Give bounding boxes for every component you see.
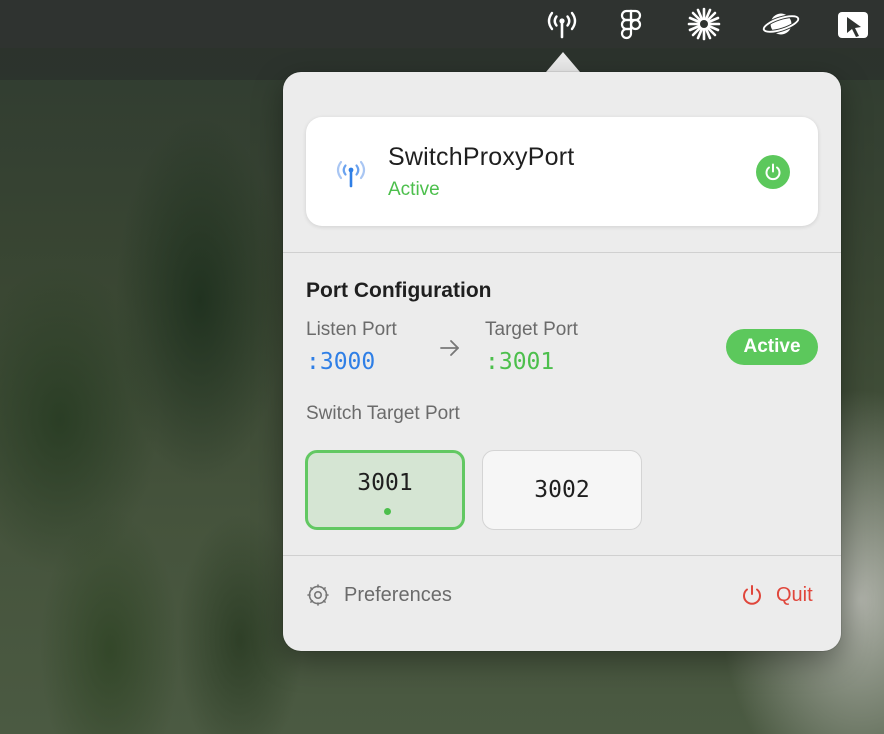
gear-icon <box>307 584 329 606</box>
port-config-title: Port Configuration <box>306 279 492 302</box>
app-header-card: SwitchProxyPort Active <box>306 117 818 226</box>
power-icon <box>765 163 781 181</box>
menubar <box>0 0 884 48</box>
quit-label: Quit <box>776 583 813 606</box>
preferences-button[interactable]: Preferences <box>306 580 452 610</box>
status-badge: Active <box>726 329 818 365</box>
power-icon <box>743 585 761 605</box>
proxy-popover: SwitchProxyPort Active Port Configuratio… <box>283 72 841 651</box>
preferences-label: Preferences <box>344 583 452 606</box>
planet-icon[interactable] <box>762 6 800 42</box>
listen-port-label: Listen Port <box>306 319 397 340</box>
switch-target-label: Switch Target Port <box>306 403 460 424</box>
app-name: SwitchProxyPort <box>388 143 575 171</box>
port-option-label: 3002 <box>534 477 590 503</box>
quit-button[interactable]: Quit <box>740 580 813 610</box>
port-option-label: 3001 <box>357 470 413 496</box>
power-toggle-button[interactable] <box>756 155 790 189</box>
listen-port-value: :3000 <box>306 349 376 375</box>
divider <box>283 555 841 556</box>
divider <box>283 252 841 253</box>
target-port-label: Target Port <box>485 319 578 340</box>
selected-indicator <box>384 508 391 515</box>
arrow-right-icon <box>439 338 461 363</box>
popover-arrow <box>546 52 580 72</box>
port-option-3002[interactable]: 3002 <box>482 450 642 530</box>
pointer-window-icon[interactable] <box>834 6 872 42</box>
target-port-value: :3001 <box>485 349 555 375</box>
figma-icon[interactable] <box>612 6 650 42</box>
antenna-icon[interactable] <box>543 6 581 42</box>
antenna-icon <box>332 155 370 196</box>
port-option-3001[interactable]: 3001 <box>305 450 465 530</box>
app-status: Active <box>388 179 440 200</box>
asterisk-icon[interactable] <box>685 6 723 42</box>
